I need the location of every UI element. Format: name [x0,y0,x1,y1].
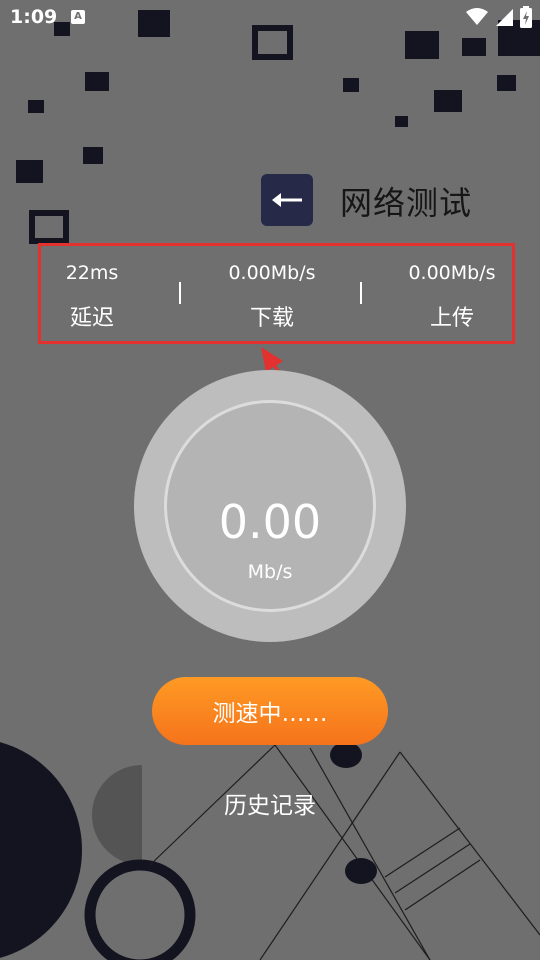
wifi-icon [466,8,488,25]
battery-charging-icon [520,6,532,28]
back-button[interactable] [261,174,313,226]
decor-square [462,38,486,56]
decor-dot-2 [345,858,377,884]
decor-square [28,100,44,113]
status-bar: 1:09 A [0,0,540,36]
status-icons [466,6,532,28]
speed-unit: Mb/s [247,561,293,583]
speed-test-button[interactable]: 测速中…… [152,677,388,745]
notification-icon: A [71,10,85,24]
decor-half-disk [92,765,142,865]
screen: 1:09 A 网络测试 22ms 延迟 0.00Mb/s 下载 0.00Mb/s… [0,0,540,960]
download-label: 下载 [249,306,294,331]
upload-value: 0.00Mb/s [408,262,496,284]
back-arrow-icon [272,193,302,207]
latency-value: 22ms [65,262,119,284]
status-time: 1:09 [10,6,58,28]
decor-ring [84,859,196,960]
cell-signal-icon [496,9,513,26]
decor-square [497,75,516,91]
stat-upload: 0.00Mb/s 上传 [372,262,532,332]
speed-value: 0.00 [218,495,322,549]
decor-square [434,90,462,112]
stat-latency: 22ms 延迟 [12,262,172,332]
stats-divider [360,282,362,304]
decor-square [16,160,43,183]
speed-gauge-inner: 0.00 Mb/s [164,400,376,612]
decor-square-outline [29,210,69,244]
page-title: 网络测试 [340,184,473,222]
stats-panel: 22ms 延迟 0.00Mb/s 下载 0.00Mb/s 上传 [38,243,515,344]
latency-label: 延迟 [69,306,114,331]
decor-square [83,147,103,164]
decor-big-circle [0,742,82,958]
history-link[interactable]: 历史记录 [196,786,344,820]
decor-square [395,116,408,127]
stat-download: 0.00Mb/s 下载 [192,262,352,332]
speed-gauge: 0.00 Mb/s [134,370,406,642]
download-value: 0.00Mb/s [228,262,316,284]
decor-square [85,72,109,91]
stats-divider [179,282,181,304]
decor-square [343,78,359,92]
upload-label: 上传 [429,306,474,331]
decor-dot-1 [330,742,362,768]
